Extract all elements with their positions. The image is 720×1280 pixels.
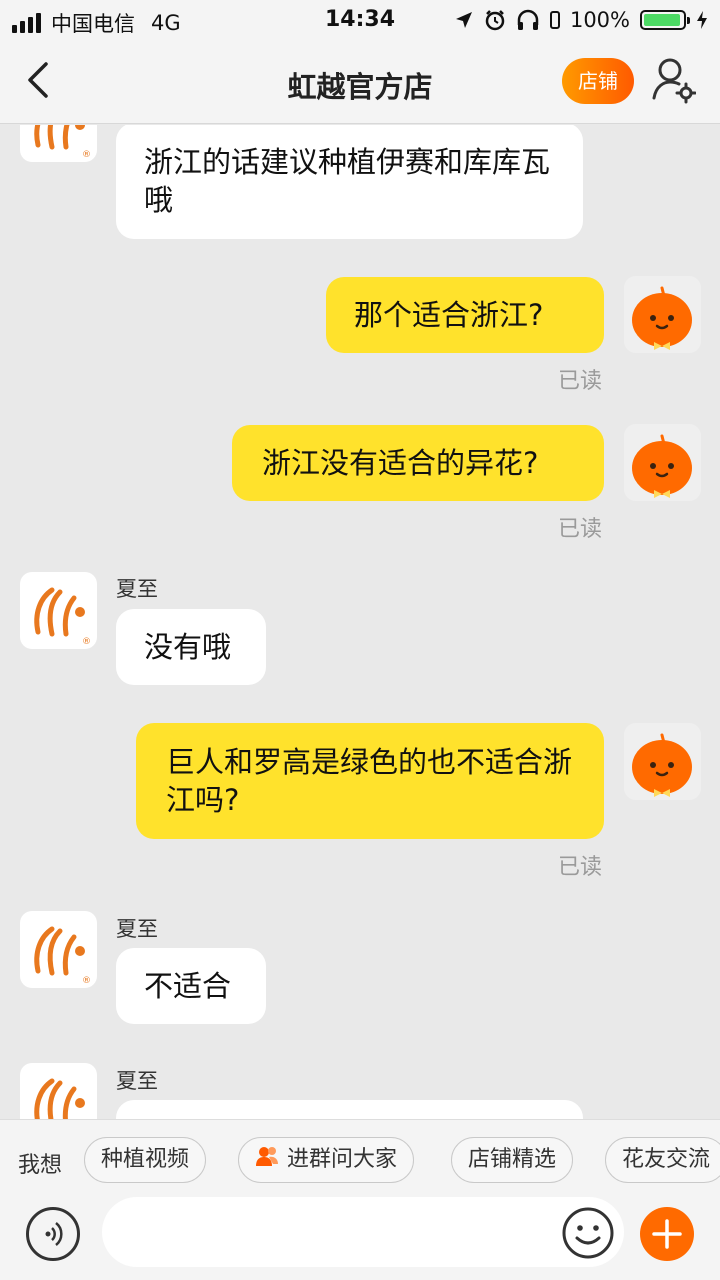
svg-text:®: ® [82,637,91,647]
chip-label: 店铺精选 [468,1147,557,1172]
quick-bar-label: 我想 [18,1153,63,1178]
user-avatar[interactable] [624,424,701,501]
shop-avatar[interactable]: ® [20,125,97,162]
message-text: 浙江没有适合的异花? [262,446,539,480]
message-text: 没有哦 [144,630,232,664]
shop-avatar[interactable]: ® [20,911,97,988]
charging-icon [697,11,707,29]
sender-name: 夏至 [116,577,158,601]
message-input[interactable] [102,1197,624,1267]
status-bar: 中国电信 4G 14:34 100% [0,0,720,40]
chat-area[interactable]: ® 浙江的话建议种植伊赛和库库瓦哦 那个适合浙江? 已读 浙江没有适合的异花? … [0,125,720,1119]
message-text: 浙江的话建议种植伊赛和库库瓦哦 [144,145,551,217]
message-bubble[interactable]: 不适合 [116,948,266,1024]
plus-icon[interactable] [640,1207,694,1261]
message-bubble[interactable]: 浙江的话建议种植伊赛和库库瓦哦 [116,125,583,239]
input-bar [0,1197,720,1280]
group-icon [255,1139,279,1182]
svg-text:®: ® [82,976,91,986]
shop-avatar[interactable]: ® [20,572,97,649]
svg-text:®: ® [82,150,91,160]
sender-name: 夏至 [116,1069,158,1093]
chip-label: 种植视频 [101,1147,190,1172]
message-bubble[interactable]: 那个适合浙江? [326,277,604,353]
message-bubble[interactable]: 巨人和罗高是绿色的也不适合浙江吗? [136,723,604,839]
read-status: 已读 [558,855,603,880]
nav-bar: 虹越官方店 店铺 [0,40,720,124]
emoji-icon[interactable] [560,1205,616,1261]
message-text: 不适合 [144,969,232,1003]
quick-reply-bar: 我想 种植视频 进群问大家 店铺精选 花友交流 [0,1119,720,1201]
sender-name: 夏至 [116,917,158,941]
chip-label: 花友交流 [622,1147,711,1172]
battery-percent: 100% [569,8,630,32]
chip-planting-video[interactable]: 种植视频 [84,1137,207,1183]
message-bubble[interactable]: 浙江没有适合的异花? [232,425,604,501]
battery-icon [640,10,690,30]
message-text: 那个适合浙江? [354,298,544,332]
headphones-icon [517,9,539,30]
shop-button[interactable]: 店铺 [562,58,634,104]
shop-avatar[interactable]: ® [20,1063,97,1119]
user-avatar[interactable] [624,723,701,800]
read-status: 已读 [558,517,603,542]
user-gear-icon[interactable] [652,56,697,104]
chip-flower-friends[interactable]: 花友交流 [605,1137,720,1183]
user-avatar[interactable] [624,276,701,353]
location-icon [455,12,472,28]
message-text: 巨人和罗高是绿色的也不适合浙江吗? [166,745,573,817]
alarm-icon [485,10,505,31]
voice-icon[interactable] [26,1207,80,1261]
message-bubble[interactable] [116,1100,583,1119]
rotation-lock-icon [549,11,560,29]
chip-join-group[interactable]: 进群问大家 [238,1137,415,1183]
chip-shop-picks[interactable]: 店铺精选 [451,1137,574,1183]
chip-label: 进群问大家 [287,1147,398,1172]
message-bubble[interactable]: 没有哦 [116,609,266,685]
read-status: 已读 [558,369,603,394]
